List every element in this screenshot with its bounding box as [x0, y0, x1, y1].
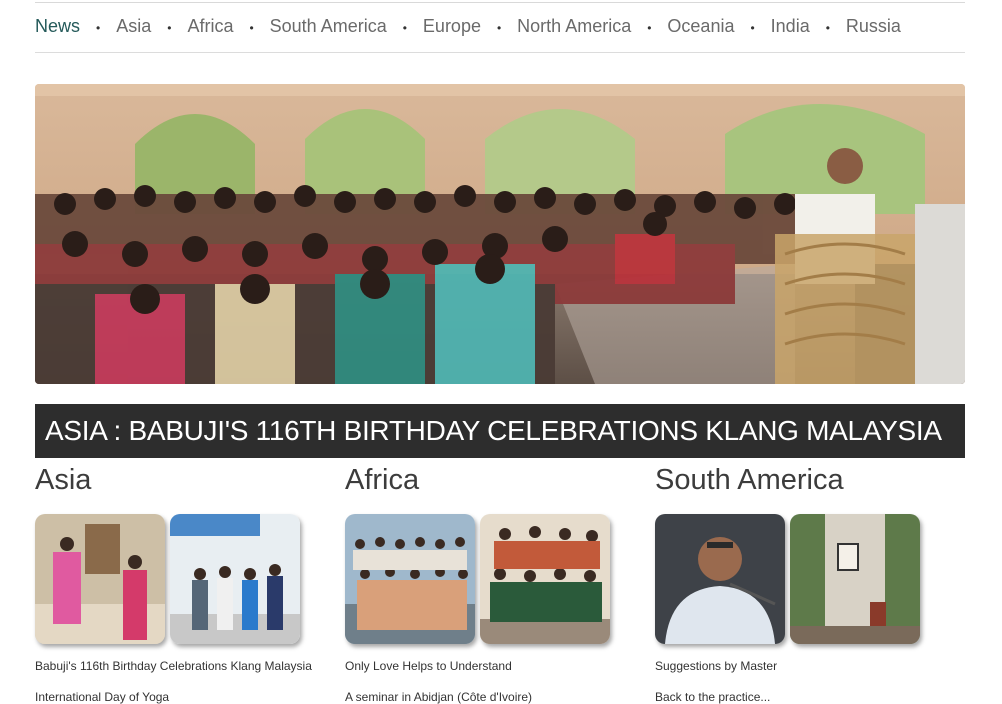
nav-item-asia[interactable]: Asia	[116, 16, 151, 37]
nav-separator: •	[167, 21, 172, 35]
story-link[interactable]: Babuji's 116th Birthday Celebrations Kla…	[35, 659, 312, 673]
story-thumbnail[interactable]	[655, 514, 785, 644]
top-divider	[35, 2, 965, 3]
thumbnail-image	[480, 514, 610, 644]
region-title-south-america[interactable]: South America	[655, 462, 955, 498]
story-thumbnail[interactable]	[35, 514, 165, 644]
story-thumbnail[interactable]	[345, 514, 475, 644]
thumbnail-group	[655, 514, 927, 646]
nav-item-europe[interactable]: Europe	[423, 16, 481, 37]
thumbnail-group	[35, 514, 307, 646]
thumbnail-image	[170, 514, 300, 644]
nav-separator: •	[96, 21, 101, 35]
nav-item-north-america[interactable]: North America	[517, 16, 631, 37]
nav-separator: •	[496, 21, 502, 35]
hero-photo-illustration	[35, 84, 965, 384]
story-link[interactable]: Suggestions by Master	[655, 659, 777, 673]
hero-image[interactable]	[35, 84, 965, 384]
nav-separator: •	[647, 21, 652, 35]
nav-item-africa[interactable]: Africa	[187, 16, 233, 37]
story-link[interactable]: A seminar in Abidjan (Côte d'Ivoire)	[345, 690, 532, 704]
nav-item-india[interactable]: India	[771, 16, 810, 37]
thumbnail-image	[655, 514, 785, 644]
story-link[interactable]: Only Love Helps to Understand	[345, 659, 512, 673]
nav-separator: •	[825, 21, 830, 35]
nav-separator: •	[249, 21, 254, 35]
nav-separator: •	[750, 21, 755, 35]
region-asia: Asia Babuji's 116th Birthday Celebration…	[35, 462, 335, 704]
region-nav: News • Asia • Africa • South America • E…	[35, 14, 965, 38]
thumbnail-image	[35, 514, 165, 644]
region-africa: Africa Only Love Helps to Understand A s…	[345, 462, 645, 704]
nav-separator: •	[402, 21, 407, 35]
featured-headline-text: ASIA : BABUJI'S 116TH BIRTHDAY CELEBRATI…	[45, 415, 942, 446]
thumbnail-image	[345, 514, 475, 644]
story-thumbnail[interactable]	[790, 514, 920, 644]
story-thumbnail[interactable]	[480, 514, 610, 644]
thumbnail-group	[345, 514, 617, 646]
story-thumbnail[interactable]	[170, 514, 300, 644]
nav-item-russia[interactable]: Russia	[846, 16, 901, 37]
region-title-africa[interactable]: Africa	[345, 462, 645, 498]
nav-divider	[35, 52, 965, 53]
nav-item-news[interactable]: News	[35, 16, 80, 37]
region-south-america: South America Suggestions by Master Back…	[655, 462, 955, 704]
region-title-asia[interactable]: Asia	[35, 462, 335, 498]
nav-item-south-america[interactable]: South America	[270, 16, 387, 37]
featured-headline[interactable]: ASIA : BABUJI'S 116TH BIRTHDAY CELEBRATI…	[35, 404, 965, 458]
nav-item-oceania[interactable]: Oceania	[667, 16, 734, 37]
story-link[interactable]: International Day of Yoga	[35, 690, 169, 704]
story-link[interactable]: Back to the practice...	[655, 690, 770, 704]
thumbnail-image	[790, 514, 920, 644]
